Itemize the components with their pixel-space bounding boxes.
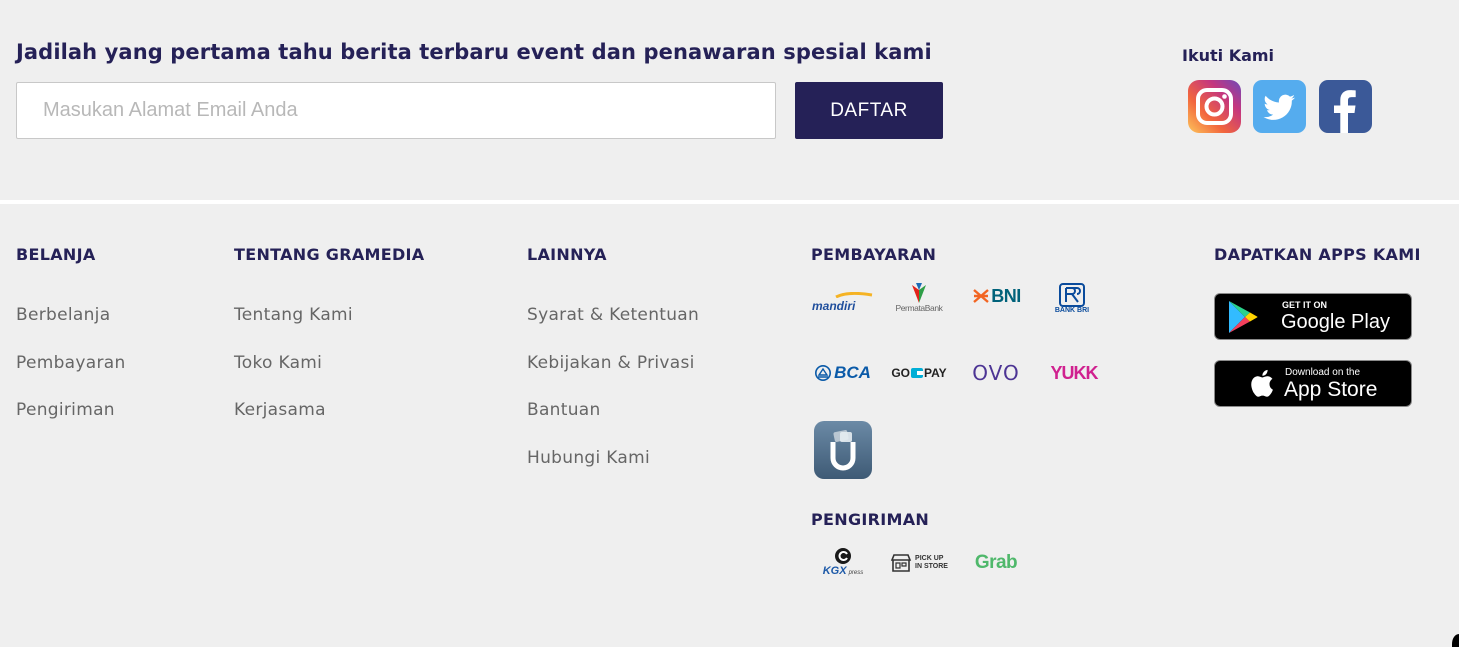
app-store-big-text: App Store — [1284, 378, 1378, 401]
link-pengiriman[interactable]: Pengiriman — [16, 400, 115, 420]
ovo-logo: OVO — [972, 361, 1020, 385]
column-title-tentang: TENTANG GRAMEDIA — [234, 245, 425, 264]
corner-widget[interactable] — [1452, 634, 1459, 647]
newsletter-title: Jadilah yang pertama tahu berita terbaru… — [16, 40, 932, 64]
yukk-logo: YUKK — [1050, 362, 1098, 383]
link-kebijakan-privasi[interactable]: Kebijakan & Privasi — [527, 353, 695, 373]
newsletter-section: Jadilah yang pertama tahu berita terbaru… — [0, 0, 1459, 200]
bni-logo: BNI — [968, 284, 1026, 308]
permata-bank-logo: PermataBank — [888, 280, 950, 316]
link-berbelanja[interactable]: Berbelanja — [16, 305, 110, 325]
google-play-badge[interactable]: GET IT ON Google Play — [1214, 293, 1412, 340]
app-store-small-text: Download on the — [1285, 367, 1361, 378]
column-title-pengiriman: PENGIRIMAN — [811, 510, 930, 529]
link-toko-kami[interactable]: Toko Kami — [234, 353, 322, 373]
mandiri-logo: mandiri — [812, 284, 874, 314]
bca-logo: BCA — [812, 360, 874, 386]
section-divider — [0, 200, 1459, 204]
ubank-logo — [814, 421, 872, 479]
column-title-pembayaran: PEMBAYARAN — [811, 245, 937, 264]
link-tentang-kami[interactable]: Tentang Kami — [234, 305, 353, 325]
google-play-icon — [1229, 301, 1258, 333]
link-kerjasama[interactable]: Kerjasama — [234, 400, 326, 420]
kgx-logo: KGX press — [812, 544, 874, 580]
follow-us-label: Ikuti Kami — [1182, 46, 1275, 65]
link-bantuan[interactable]: Bantuan — [527, 400, 601, 420]
apple-icon — [1251, 369, 1273, 397]
column-title-lainnya: LAINNYA — [527, 245, 607, 264]
link-syarat-ketentuan[interactable]: Syarat & Ketentuan — [527, 305, 699, 325]
column-title-apps: DAPATKAN APPS KAMI — [1214, 245, 1421, 264]
subscribe-button[interactable]: DAFTAR — [795, 82, 943, 139]
instagram-icon[interactable] — [1188, 80, 1241, 133]
app-store-badge[interactable]: Download on the App Store — [1214, 360, 1412, 407]
link-pembayaran[interactable]: Pembayaran — [16, 353, 126, 373]
email-input[interactable] — [16, 82, 776, 139]
google-play-small-text: GET IT ON — [1282, 300, 1327, 310]
google-play-big-text: Google Play — [1281, 311, 1390, 333]
pickup-in-store-logo: PICK UP IN STORE — [888, 550, 950, 576]
column-title-belanja: BELANJA — [16, 245, 96, 264]
gopay-logo: GO PAY — [891, 366, 947, 380]
grab-logo: Grab — [974, 552, 1018, 573]
twitter-icon[interactable] — [1253, 80, 1306, 133]
bri-logo: BANK BRI — [1050, 279, 1094, 317]
link-hubungi-kami[interactable]: Hubungi Kami — [527, 448, 650, 468]
facebook-icon[interactable] — [1319, 80, 1372, 133]
